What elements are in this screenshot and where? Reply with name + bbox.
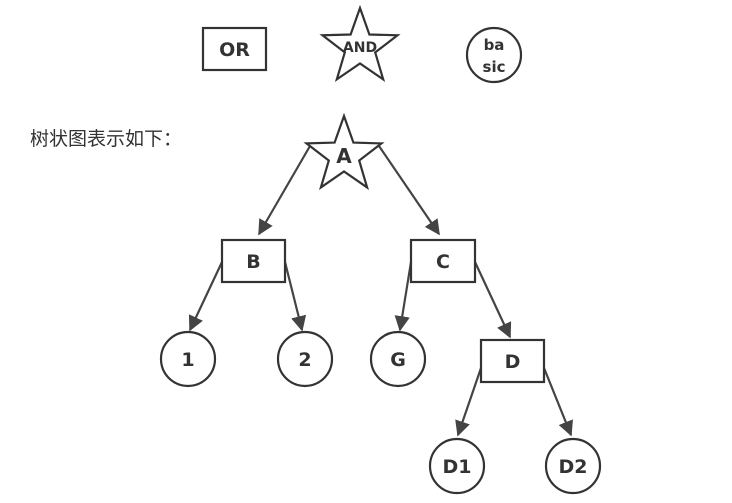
edge-b-1 [188, 261, 223, 332]
node-d2-label: D2 [559, 456, 588, 478]
edge-a-b [258, 145, 311, 236]
node-1-label: 1 [181, 349, 194, 371]
legend: OR AND ba sic [201, 4, 523, 84]
edge-b-2 [283, 261, 307, 332]
tree-diagram: OR AND ba sic A B C 1 2 G D D1 D2 [159, 4, 602, 495]
edge-c-g [394, 261, 413, 332]
diagram-caption: 树状图表示如下： [30, 128, 183, 150]
legend-or: OR [201, 26, 268, 72]
node-d1: D1 [428, 437, 486, 495]
edge-c-d [474, 261, 512, 339]
node-b: B [220, 238, 287, 284]
legend-basic-label-line1: ba [484, 36, 505, 54]
legend-basic-label-line2: sic [483, 58, 506, 76]
node-g: G [369, 330, 427, 388]
node-b-label: B [246, 251, 260, 273]
legend-or-label: OR [219, 39, 250, 61]
node-c-label: C [436, 251, 450, 273]
tree-edges [188, 145, 573, 437]
legend-basic: ba sic [465, 26, 523, 84]
node-2: 2 [276, 330, 334, 388]
node-2-label: 2 [298, 349, 311, 371]
node-d: D [479, 338, 546, 384]
legend-and-label: AND [343, 40, 377, 56]
edge-d-d2 [542, 367, 573, 437]
node-a: A [303, 112, 385, 191]
node-a-label: A [336, 144, 352, 168]
node-c: C [409, 238, 477, 284]
node-d1-label: D1 [443, 456, 472, 478]
node-d-label: D [505, 351, 521, 373]
node-g-label: G [390, 349, 406, 371]
node-d2: D2 [544, 437, 602, 495]
tree-nodes: A B C 1 2 G D D1 D2 [159, 112, 602, 495]
edge-d-d1 [455, 367, 483, 437]
edge-a-c [378, 145, 440, 236]
node-1: 1 [159, 330, 217, 388]
legend-and: AND [319, 4, 401, 83]
